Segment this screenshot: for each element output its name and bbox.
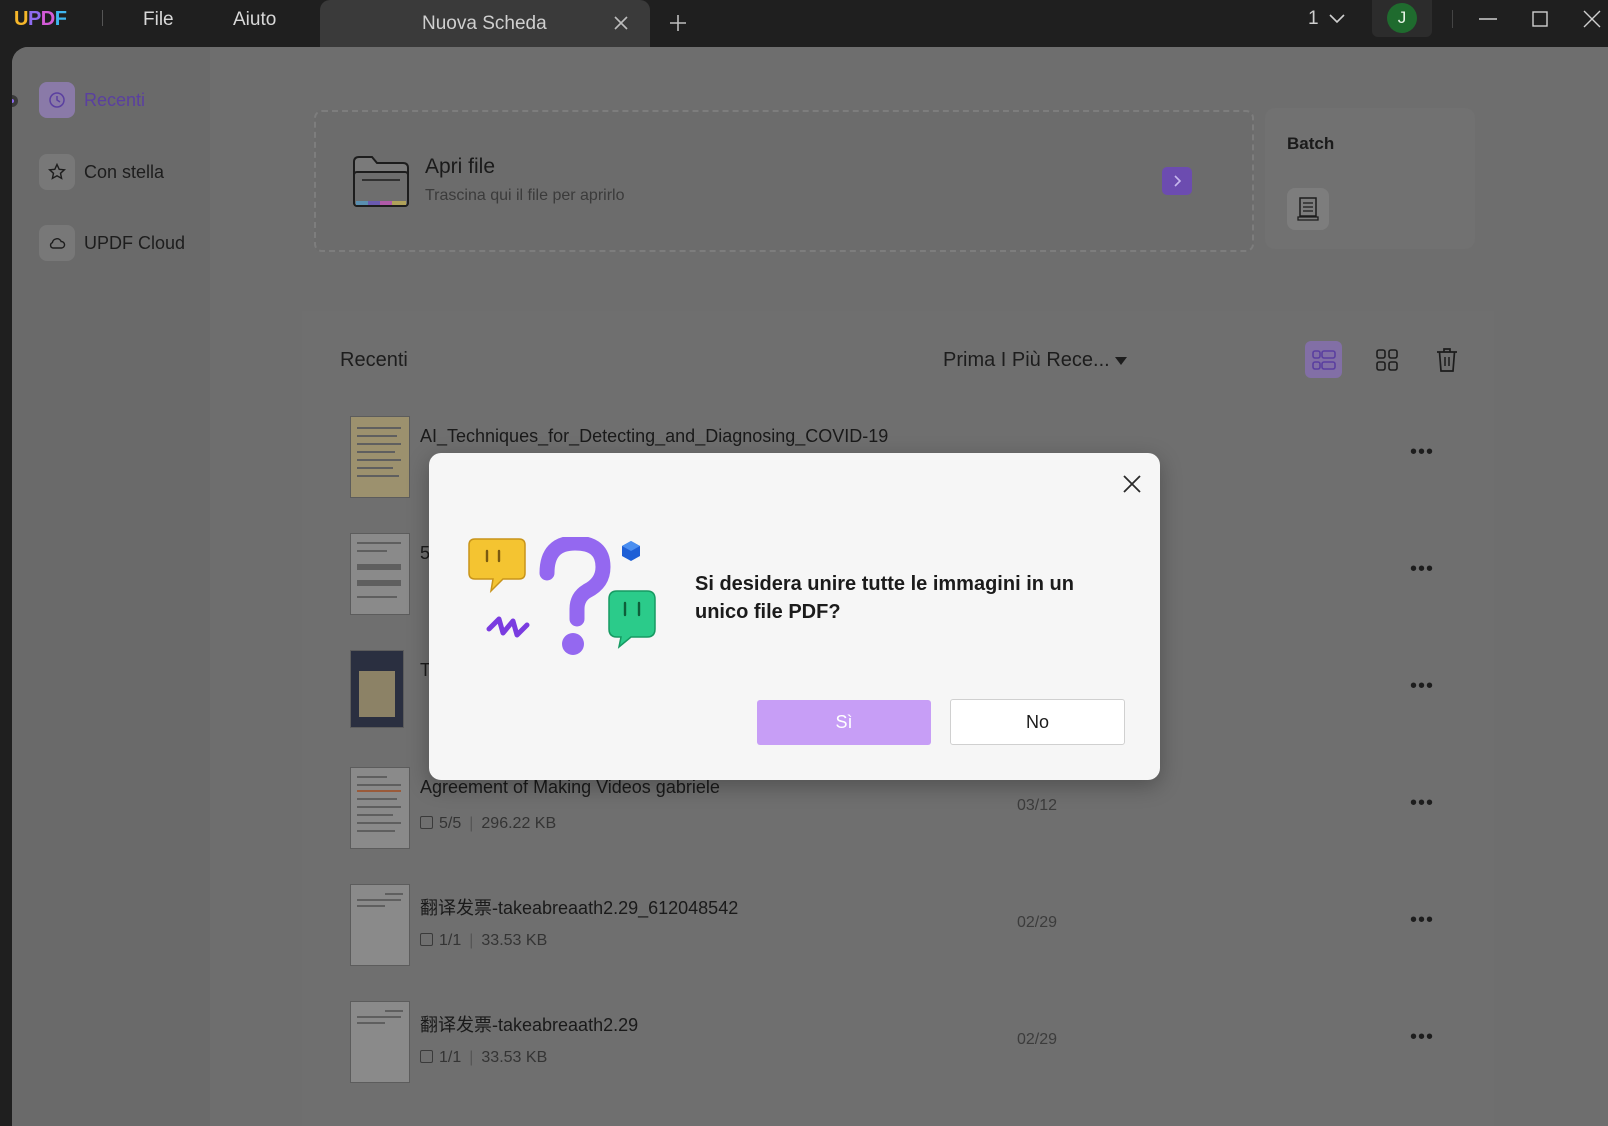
file-thumbnail [350,1001,410,1083]
yes-button[interactable]: Sì [757,700,931,745]
logo-letter-p: P [27,8,41,30]
trash-icon [1437,348,1457,372]
list-view-button[interactable] [1305,341,1342,378]
file-row[interactable]: 翻译发票-takeabreaath2.29 1/1 | 33.53 KB 02/29… [350,1001,1460,1101]
grid-view-icon [1376,349,1398,371]
close-window-icon[interactable] [1582,10,1602,28]
file-thumbnail [350,884,410,966]
file-row[interactable]: 翻译发票-takeabreaath2.29_612048542 1/1 | 33.5… [350,884,1460,984]
open-file-subtitle: Trascina qui il file per aprirlo [425,187,625,204]
updf-logo[interactable]: UPDF [14,8,67,31]
tab-new[interactable]: Nuova Scheda [320,0,650,47]
sidebar-item-label: Con stella [84,162,165,182]
file-size: 33.53 KB [481,1049,548,1066]
chevron-right-icon [1174,175,1182,187]
minimize-icon[interactable] [1478,10,1498,28]
file-row[interactable]: Agreement of Making Videos gabriele 5/5 |… [350,767,1460,867]
add-tab-icon[interactable] [668,13,688,33]
titlebar-divider-right [1452,10,1453,28]
logo-letter-f: F [54,8,67,30]
more-options-icon[interactable]: ••• [1410,442,1440,462]
logo-letter-u: U [14,8,28,30]
file-name: Agreement of Making Videos gabriele [420,777,720,797]
grid-view-button[interactable] [1368,341,1405,378]
file-name: 翻译发票-takeabreaath2.29 [420,1015,639,1035]
file-name: AI_Techniques_for_Detecting_and_Diagnosi… [420,426,889,446]
sidebar-item-label: Recenti [84,90,146,110]
menu-file[interactable]: File [143,9,174,31]
batch-button[interactable] [1287,188,1329,230]
folder-icon [353,156,409,207]
recent-title: Recenti [340,349,408,371]
logo-letter-d: D [40,8,55,30]
file-thumbnail [350,416,410,498]
file-pages: 1/1 [439,932,462,949]
sidebar-item-label: UPDF Cloud [84,233,186,253]
sidebar-item-cloud[interactable]: UPDF Cloud [39,225,199,261]
caret-down-icon[interactable] [1115,357,1127,365]
more-options-icon[interactable]: ••• [1410,910,1440,930]
open-file-dropzone[interactable]: Apri file Trascina qui il file per aprir… [314,110,1254,252]
cloud-icon [39,225,75,261]
more-options-icon[interactable]: ••• [1410,676,1440,696]
file-pages: 1/1 [439,1049,462,1066]
title-bar: UPDF File Aiuto Nuova Scheda 1 J [0,0,1608,47]
sidebar-item-starred[interactable]: Con stella [39,154,199,190]
more-options-icon[interactable]: ••• [1410,793,1440,813]
tab-title: Nuova Scheda [422,13,547,34]
sidebar-item-recent[interactable]: Recenti [39,82,199,118]
question-illustration-icon [468,537,656,655]
file-meta: 1/1 | 33.53 KB [420,932,547,950]
sidebar: Recenti Con stella UPDF Cloud [12,47,210,1126]
file-date: 02/29 [1017,1031,1058,1048]
avatar[interactable]: J [1387,3,1417,33]
sidebar-collapse-handle[interactable] [12,95,18,107]
file-size: 296.22 KB [481,815,557,832]
no-button[interactable]: No [950,699,1125,745]
file-size: 33.53 KB [481,932,548,949]
window-count[interactable]: 1 [1308,8,1319,30]
file-pages: 5/5 [439,815,462,832]
more-options-icon[interactable]: ••• [1410,559,1440,579]
close-tab-icon[interactable] [613,15,629,31]
file-date: 02/29 [1017,914,1058,931]
maximize-icon[interactable] [1530,10,1550,28]
file-thumbnail [350,650,404,728]
list-view-icon [1312,350,1336,370]
file-date: 03/12 [1017,797,1058,814]
batch-card: Batch [1265,108,1475,249]
chevron-down-icon[interactable] [1329,12,1345,26]
pages-icon [420,1050,433,1063]
sort-dropdown[interactable]: Prima I Più Rece... [943,349,1110,372]
open-file-button[interactable] [1162,167,1192,195]
more-options-icon[interactable]: ••• [1410,1027,1440,1047]
batch-title: Batch [1287,134,1335,153]
open-file-title: Apri file [425,155,496,178]
star-icon [39,154,75,190]
merge-images-dialog: Si desidera unire tutte le immagini in u… [429,453,1160,780]
pages-icon [420,816,433,829]
clock-icon [39,82,75,118]
menu-help[interactable]: Aiuto [233,9,276,31]
file-meta: 5/5 | 296.22 KB [420,815,556,833]
file-thumbnail [350,533,410,615]
file-name: 翻译发票-takeabreaath2.29_612048542 [420,898,739,918]
file-meta: 1/1 | 33.53 KB [420,1049,547,1067]
file-thumbnail [350,767,410,849]
document-stack-icon [1297,197,1319,221]
delete-button[interactable] [1428,341,1465,378]
close-icon[interactable] [1121,473,1143,495]
dialog-message: Si desidera unire tutte le immagini in u… [695,573,1074,623]
pages-icon [420,933,433,946]
titlebar-divider [102,10,103,26]
